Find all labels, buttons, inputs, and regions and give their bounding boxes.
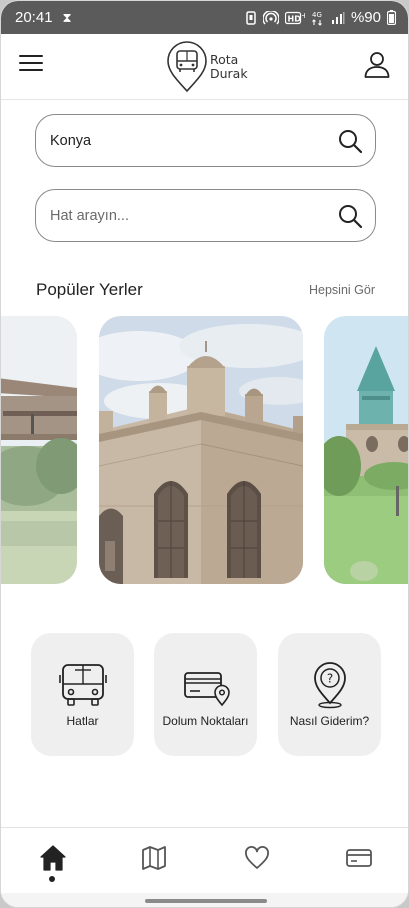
battery-percent: %90 (350, 9, 381, 26)
park-photo (1, 316, 77, 584)
battery-icon (387, 10, 396, 25)
question-pin-icon: ? (313, 662, 346, 709)
status-bar: 20:41 ⧗ HD+ 4G %90 (1, 1, 408, 34)
app-header: Rota Durak (1, 34, 408, 100)
svg-text:+: + (301, 11, 305, 20)
hamburger-menu-icon[interactable] (19, 55, 43, 77)
quick-actions: Hatlar Dolum Noktaları ? Nasıl Giderim? (31, 633, 381, 757)
active-nav-indicator (49, 876, 55, 882)
lines-button[interactable]: Hatlar (31, 633, 134, 756)
home-gesture-bar[interactable] (145, 899, 267, 903)
wallet-card-icon[interactable] (345, 844, 373, 872)
vibrate-icon (246, 10, 256, 25)
place-card-historic-building[interactable] (99, 316, 303, 584)
card-location-icon (183, 672, 230, 707)
bus-icon (58, 664, 107, 706)
user-profile-icon[interactable] (362, 50, 392, 80)
logo-line-2: Durak (210, 66, 248, 81)
heart-icon[interactable] (243, 844, 271, 872)
historic-building-photo (99, 316, 303, 584)
logo-text: Rota Durak (210, 53, 248, 81)
popular-places-header: Popüler Yerler Hepsini Gör (36, 280, 376, 302)
search-icon[interactable] (337, 203, 363, 229)
section-title: Popüler Yerler (36, 280, 143, 299)
bus-pin-logo-icon (167, 41, 207, 93)
bottom-navigation (1, 827, 408, 893)
place-card-mevlana[interactable] (324, 316, 408, 584)
line-search-input[interactable] (50, 207, 337, 224)
logo-line-1: Rota (210, 52, 239, 67)
app-logo: Rota Durak (166, 39, 256, 95)
phone-screen: 20:41 ⧗ HD+ 4G %90 (0, 0, 409, 908)
mevlana-photo (324, 316, 408, 584)
place-card-park[interactable] (1, 316, 77, 584)
lines-label: Hatlar (66, 714, 99, 728)
home-icon[interactable] (39, 844, 67, 872)
svg-text:?: ? (326, 672, 332, 686)
topup-points-label: Dolum Noktaları (162, 714, 249, 728)
hd-icon: HD+ (284, 11, 305, 24)
signal-icon (331, 11, 345, 24)
hourglass-icon: ⧗ (62, 9, 72, 25)
data-arrows-icon: 4G (312, 11, 322, 26)
city-search-value[interactable]: Konya (50, 133, 337, 149)
line-search-field[interactable] (35, 189, 376, 242)
topup-points-button[interactable]: Dolum Noktaları (154, 633, 257, 756)
network-type: 4G (312, 11, 322, 19)
status-time: 20:41 (15, 9, 53, 26)
see-all-link[interactable]: Hepsini Gör (309, 283, 375, 297)
hotspot-icon (262, 10, 279, 24)
svg-text:HD: HD (287, 14, 301, 23)
how-to-go-button[interactable]: ? Nasıl Giderim? (278, 633, 381, 756)
how-to-go-label: Nasıl Giderim? (289, 714, 370, 728)
city-search-field[interactable]: Konya (35, 114, 376, 167)
popular-places-carousel[interactable] (1, 316, 408, 584)
map-icon[interactable] (140, 844, 168, 872)
search-icon[interactable] (337, 128, 363, 154)
gesture-area (1, 893, 408, 907)
